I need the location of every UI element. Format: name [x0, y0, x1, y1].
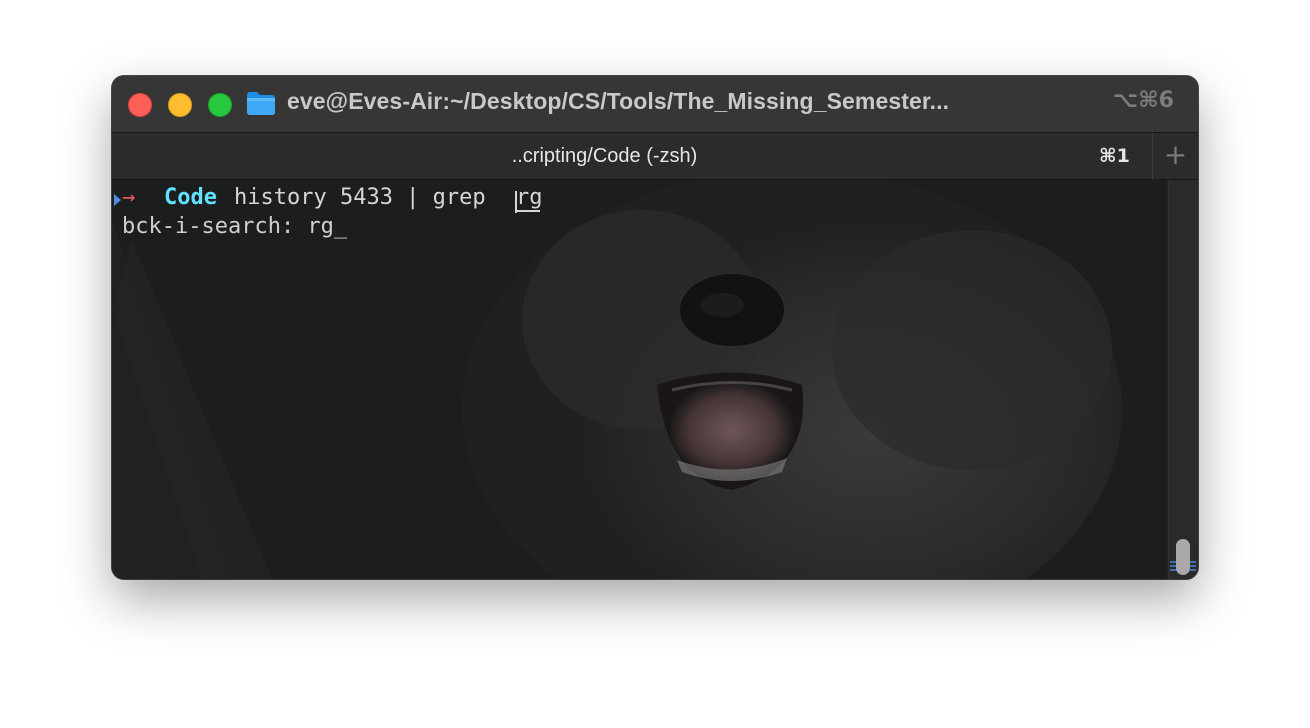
minimize-icon[interactable]: [168, 93, 192, 117]
prompt-arrow: →: [122, 185, 136, 210]
tab-zsh[interactable]: ..cripting/Code (-zsh): [112, 145, 1097, 168]
search-term: rg: [516, 185, 543, 210]
close-icon[interactable]: [128, 93, 152, 117]
scrollbar[interactable]: [1168, 180, 1198, 579]
plus-icon: +: [1163, 138, 1188, 171]
prompt-marker-icon: [114, 194, 121, 206]
terminal-pane[interactable]: → Code history 5433 | grep rg bck-i-sear…: [112, 180, 1198, 579]
terminal-output: → Code history 5433 | grep rg bck-i-sear…: [112, 180, 543, 296]
search-term-underline: [516, 210, 540, 212]
search-line: bck-i-search: rg_: [122, 214, 348, 239]
zoom-icon[interactable]: [208, 93, 232, 117]
command-text: history 5433 | grep: [234, 185, 499, 210]
window-shortcut: ⌥⌘6: [1112, 88, 1174, 113]
tab-bar: ..cripting/Code (-zsh) ⌘1 +: [112, 132, 1198, 180]
folder-icon: [247, 92, 275, 115]
prompt-directory: Code: [164, 185, 217, 210]
window-title: eve@Eves-Air:~/Desktop/CS/Tools/The_Miss…: [287, 88, 950, 114]
title-bar[interactable]: eve@Eves-Air:~/Desktop/CS/Tools/The_Miss…: [112, 76, 1198, 132]
terminal-window: eve@Eves-Air:~/Desktop/CS/Tools/The_Miss…: [112, 76, 1198, 579]
scrollbar-thumb[interactable]: [1176, 539, 1190, 575]
new-tab-button[interactable]: +: [1152, 133, 1198, 180]
tab-shortcut: ⌘1: [1099, 145, 1130, 167]
